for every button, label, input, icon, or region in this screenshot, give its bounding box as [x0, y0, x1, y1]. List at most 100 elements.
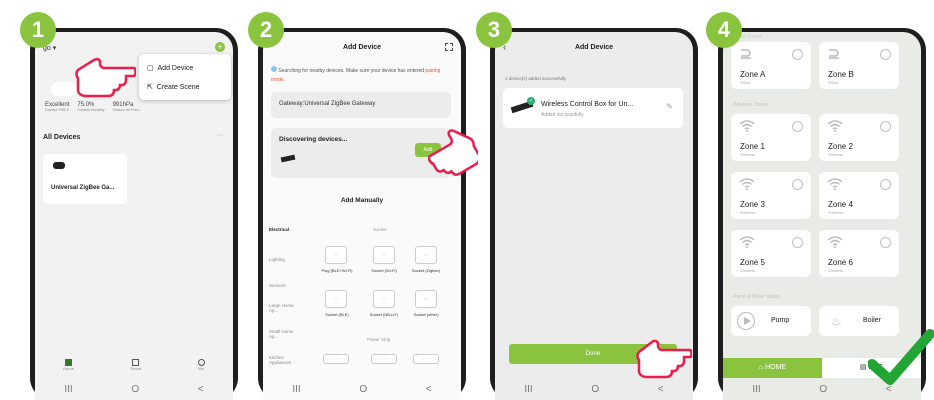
back-icon[interactable]: <: [426, 384, 432, 395]
zone-tile[interactable]: Zone 6 Wireless: [819, 230, 899, 277]
back-icon[interactable]: <: [198, 384, 204, 395]
recents-icon[interactable]: III: [64, 384, 72, 395]
home-nav-icon[interactable]: O: [591, 384, 599, 395]
screen-title: Add Device: [342, 44, 382, 51]
weather-row: Excellent Outdoor PM2.5 75.0% Outdoor Humi…: [45, 102, 142, 112]
category-large[interactable]: Large Home Ap...: [269, 303, 299, 313]
category-small[interactable]: Small Home Ap...: [269, 329, 299, 339]
recents-icon[interactable]: III: [752, 384, 760, 395]
power-icon[interactable]: [792, 49, 803, 60]
zone-tile[interactable]: Zone 1 Wireless: [731, 114, 811, 161]
zone-name: Zone 3: [740, 200, 765, 209]
power-icon[interactable]: [792, 121, 803, 132]
socket-icon[interactable]: ▫▫: [415, 290, 437, 308]
category-lighting[interactable]: Lighting: [269, 257, 285, 262]
zone-a-tile[interactable]: Zone A Wired: [731, 42, 811, 89]
tab-home[interactable]: ⌂ HOME: [723, 358, 822, 378]
socket-label: Plug (BLE+Wi-Fi): [321, 268, 353, 273]
category-kitchen[interactable]: Kitchen Appliances: [269, 355, 299, 365]
category-sensors[interactable]: Sensors: [269, 283, 286, 288]
add-manually-title: Add Manually: [340, 197, 384, 204]
zone-tile[interactable]: Zone 5 Wireless: [731, 230, 811, 277]
device-thumb-icon: [280, 154, 296, 163]
discovering-card: Discovering devices... Add: [271, 128, 451, 178]
device-name: Universal ZigBee Ga...: [51, 185, 115, 191]
added-device-card[interactable]: ✓ Wireless Control Box for Un... Added s…: [503, 88, 683, 128]
wireless-zones-label: Wireless Zones: [733, 102, 768, 108]
add-menu: ▢ Add Device ⇱ Create Scene: [139, 54, 231, 100]
socket-label: Socket (Zigbee): [411, 268, 441, 273]
power-strip-icon[interactable]: - ⋯: [413, 354, 439, 364]
menu-add-device[interactable]: ▢ Add Device: [147, 64, 193, 72]
phone-2: Add Device Searching for nearby devices.…: [258, 28, 466, 400]
pointing-hand-icon: [75, 57, 136, 98]
zone-tile[interactable]: Zone 2 Wireless: [819, 114, 899, 161]
gateway-icon: [53, 162, 65, 169]
play-icon: [737, 312, 755, 330]
add-icon[interactable]: +: [215, 42, 225, 52]
gateway-card[interactable]: Gateway:Universal ZigBee Gateway: [271, 92, 451, 118]
added-count: 1 device(s) added successfully: [505, 76, 567, 81]
wifi-icon: [827, 120, 843, 132]
success-check-icon: ✓: [527, 97, 535, 105]
zone-name: Zone 6: [828, 258, 853, 267]
add-device-screen: Add Device Searching for nearby devices.…: [263, 32, 461, 400]
back-icon[interactable]: <: [658, 384, 664, 395]
home-icon: [65, 359, 73, 366]
scan-icon[interactable]: [445, 43, 453, 51]
zone-subtitle: Wireless: [828, 152, 844, 157]
socket-icon[interactable]: ▫▫: [373, 246, 395, 264]
power-icon[interactable]: [880, 179, 891, 190]
pump-tile[interactable]: Pump: [731, 306, 811, 336]
recents-icon[interactable]: III: [524, 384, 532, 395]
category-electrical[interactable]: Electrical: [269, 227, 289, 232]
zone-name: Zone 5: [740, 258, 765, 267]
socket-icon[interactable]: ▫▫: [415, 246, 437, 264]
power-icon[interactable]: [792, 237, 803, 248]
device-name: Wireless Control Box for Un...: [541, 101, 634, 108]
smart-icon: [132, 359, 140, 366]
wifi-icon: [739, 236, 755, 248]
pump-boiler-label: Pump & Boiler status: [733, 294, 780, 300]
more-icon[interactable]: ···: [216, 132, 223, 139]
flame-icon: ♨: [831, 314, 842, 328]
android-nav: III O <: [35, 378, 233, 400]
tab-me[interactable]: Me: [197, 359, 205, 371]
power-icon[interactable]: [792, 179, 803, 190]
success-checkmark-icon: [868, 329, 934, 385]
wired-icon: [741, 49, 751, 59]
power-icon[interactable]: [880, 49, 891, 60]
recents-icon[interactable]: III: [292, 384, 300, 395]
power-icon[interactable]: [880, 121, 891, 132]
zone-tile[interactable]: Zone 3 Wireless: [731, 172, 811, 219]
step-4-badge: 4: [706, 12, 742, 48]
socket-icon[interactable]: ▫▫: [325, 246, 347, 264]
device-card[interactable]: Universal ZigBee Ga...: [43, 154, 127, 204]
tab-smart[interactable]: Smart: [130, 359, 141, 371]
home-nav-icon[interactable]: O: [359, 384, 367, 395]
edit-icon[interactable]: ✎: [666, 102, 673, 111]
socket-col-head: Socket: [373, 227, 387, 232]
zone-b-tile[interactable]: Zone B Wired: [819, 42, 899, 89]
home-nav-icon[interactable]: O: [819, 384, 827, 395]
socket-icon[interactable]: ▫▫: [325, 290, 347, 308]
android-nav: III O <: [495, 378, 693, 400]
tab-home[interactable]: Home: [63, 359, 74, 371]
socket-label: Socket (Wi-Fi): [371, 268, 397, 273]
zone-tile[interactable]: Zone 4 Wireless: [819, 172, 899, 219]
power-strip-icon[interactable]: - ⋯: [371, 354, 397, 364]
socket-icon[interactable]: ▫▫: [373, 290, 395, 308]
power-strip-icon[interactable]: - ⋯: [323, 354, 349, 364]
step-1-badge: 1: [20, 12, 56, 48]
search-notice: Searching for nearby devices. Make sure …: [271, 66, 441, 83]
zone-name: Zone 2: [828, 142, 853, 151]
wifi-icon: [739, 120, 755, 132]
wifi-icon: [827, 236, 843, 248]
power-icon[interactable]: [880, 237, 891, 248]
all-devices-title: All Devices: [43, 134, 81, 141]
menu-create-scene[interactable]: ⇱ Create Scene: [147, 83, 200, 91]
pointing-hand-icon: [428, 129, 478, 176]
bottom-tabs: Home Smart Me: [35, 352, 233, 378]
step-2-badge: 2: [248, 12, 284, 48]
home-nav-icon[interactable]: O: [131, 384, 139, 395]
